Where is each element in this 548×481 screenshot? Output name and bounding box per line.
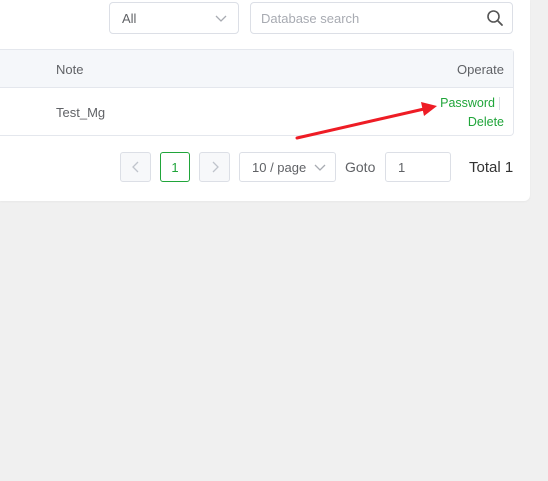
delete-link[interactable]: Delete <box>468 115 504 129</box>
total-count: Total 1 <box>469 159 514 176</box>
page-size-value: 10 / page <box>252 159 307 175</box>
type-filter-value: All <box>122 10 137 26</box>
table-row: Test_Mg Password Delete <box>0 88 513 136</box>
page-size-select[interactable]: 10 / page <box>239 152 336 182</box>
prev-page-button[interactable] <box>120 152 151 182</box>
column-header-note: Note <box>56 62 84 77</box>
database-table: Note Operate Test_Mg Password Delete <box>0 49 514 136</box>
page-number-button[interactable]: 1 <box>160 152 190 182</box>
database-search-box <box>250 2 513 34</box>
chevron-down-icon <box>215 15 227 22</box>
chevron-right-icon <box>212 161 219 173</box>
database-search-input[interactable] <box>259 9 486 27</box>
table-header: Note Operate <box>0 50 513 88</box>
row-note-cell: Test_Mg <box>56 105 106 120</box>
action-divider <box>499 97 500 110</box>
type-filter-select[interactable]: All <box>109 2 239 34</box>
next-page-button[interactable] <box>199 152 230 182</box>
database-panel: All Note Operate Test_Mg Password Delete… <box>0 0 530 201</box>
column-header-operate: Operate <box>457 62 504 77</box>
goto-page-input[interactable] <box>385 152 451 182</box>
search-icon[interactable] <box>486 9 504 27</box>
chevron-down-icon <box>314 164 326 171</box>
password-link[interactable]: Password <box>440 96 495 110</box>
goto-label: Goto <box>345 159 376 175</box>
chevron-left-icon <box>131 161 138 173</box>
